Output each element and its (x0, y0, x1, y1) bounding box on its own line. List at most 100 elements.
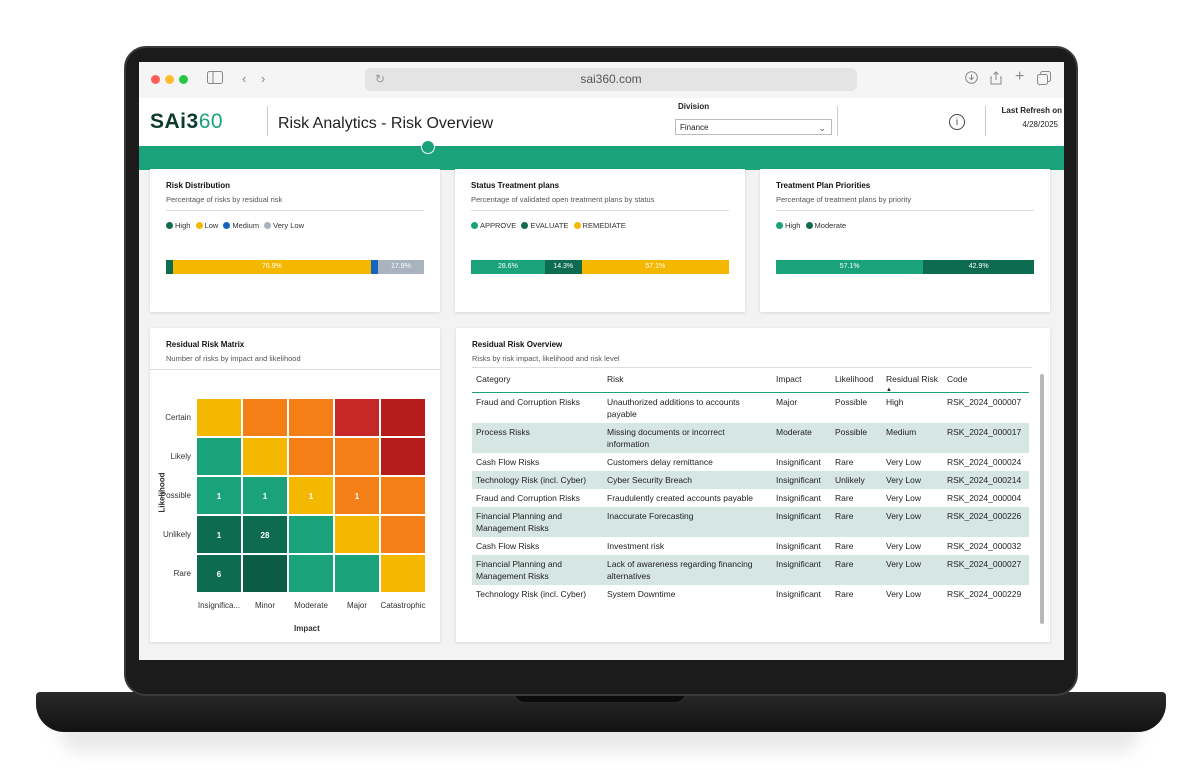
matrix-cell[interactable]: 1 (242, 476, 288, 515)
header-divider (267, 106, 268, 136)
matrix-cell[interactable]: 1 (196, 476, 242, 515)
card-subtitle: Risks by risk impact, likelihood and ris… (472, 354, 620, 363)
table-row[interactable]: Cash Flow Risks Investment risk Insignific… (472, 537, 1029, 555)
table-row[interactable]: Process Risks Missing documents or incorr… (472, 423, 1029, 453)
table-scrollbar[interactable] (1040, 374, 1044, 624)
column-header-risk[interactable]: Risk (603, 370, 772, 393)
division-label: Division (678, 102, 710, 111)
table-cell: Unlikely (831, 471, 882, 489)
table-row[interactable]: Technology Risk (incl. Cyber) Cyber Secur… (472, 471, 1029, 489)
matrix-cell[interactable]: 1 (196, 515, 242, 554)
legend-item[interactable]: EVALUATE (521, 221, 568, 230)
table-cell: Insignificant (776, 457, 821, 467)
table-row[interactable]: Financial Planning and Management Risks L… (472, 555, 1029, 585)
bar-segment-high[interactable]: 57.1% (776, 260, 924, 274)
column-header-residual-risk[interactable]: Residual Risk ▲ (882, 370, 943, 393)
legend-item[interactable]: REMEDIATE (573, 221, 626, 230)
table-cell: Financial Planning and Management Risks (472, 555, 603, 585)
column-header-category[interactable]: Category (472, 370, 603, 393)
new-tab-icon[interactable]: + (1015, 69, 1024, 85)
legend-item[interactable]: APPROVE (471, 221, 516, 230)
matrix-cell[interactable] (288, 437, 334, 476)
matrix-cell[interactable] (380, 437, 426, 476)
column-header-likelihood[interactable]: Likelihood (831, 370, 882, 393)
sidebar-toggle-icon[interactable] (207, 71, 223, 88)
table-cell: High (886, 397, 904, 407)
download-icon[interactable] (965, 71, 978, 88)
bar-segment-very-low[interactable]: 17.9% (377, 260, 424, 274)
bar-segment-approve[interactable]: 28.6% (471, 260, 545, 274)
table-cell: Moderate (772, 423, 831, 453)
matrix-cell[interactable] (380, 398, 426, 437)
matrix-cell[interactable] (334, 554, 380, 593)
reload-icon[interactable]: ↻ (375, 68, 385, 91)
matrix-cell[interactable] (288, 554, 334, 593)
bar-segment-remediate[interactable]: 57.1% (581, 260, 729, 274)
table-cell: Customers delay remittance (607, 457, 713, 467)
matrix-cell[interactable] (196, 398, 242, 437)
matrix-cell[interactable]: 1 (334, 476, 380, 515)
legend-item[interactable]: High (776, 221, 800, 230)
matrix-cell[interactable]: 28 (242, 515, 288, 554)
legend-item[interactable]: High (166, 221, 190, 230)
matrix-cell[interactable] (380, 476, 426, 515)
forward-icon[interactable]: › (261, 71, 265, 87)
table-row[interactable]: Financial Planning and Management Risks I… (472, 507, 1029, 537)
url-text: sai360.com (580, 72, 642, 86)
matrix-cell[interactable] (288, 515, 334, 554)
maximize-window-icon[interactable] (179, 75, 188, 84)
card-subtitle: Number of risks by impact and likelihood (166, 354, 301, 363)
sort-ascending-icon: ▲ (886, 387, 892, 393)
bar-segment-moderate[interactable]: 42.9% (923, 260, 1034, 274)
matrix-cell[interactable] (242, 398, 288, 437)
close-window-icon[interactable] (151, 75, 160, 84)
matrix-cell[interactable] (380, 554, 426, 593)
info-icon[interactable]: i (949, 114, 965, 130)
division-dropdown[interactable]: Finance ⌄ (675, 119, 832, 135)
share-icon[interactable] (990, 71, 1002, 89)
minimize-window-icon[interactable] (165, 75, 174, 84)
matrix-y-label: Rare (173, 568, 191, 578)
legend-item[interactable]: Very Low (264, 221, 304, 230)
back-icon[interactable]: ‹ (242, 71, 246, 87)
table-cell: Inaccurate Forecasting (603, 507, 772, 537)
card-title: Treatment Plan Priorities (776, 181, 871, 190)
matrix-cell[interactable] (242, 437, 288, 476)
bar-segment-evaluate[interactable]: 14.3% (544, 260, 582, 274)
legend-item[interactable]: Low (195, 221, 218, 230)
table-row[interactable]: Cash Flow Risks Customers delay remittanc… (472, 453, 1029, 471)
table-cell: Rare (831, 555, 882, 585)
matrix-y-label: Certain (165, 412, 191, 422)
legend-item[interactable]: Moderate (805, 221, 846, 230)
table-cell: Possible (831, 423, 882, 453)
table-cell: Rare (835, 589, 854, 599)
bar-segment-medium[interactable] (371, 260, 378, 274)
table-row[interactable]: Fraud and Corruption Risks Unauthorized a… (472, 393, 1029, 424)
matrix-y-label: Unlikely (162, 529, 191, 539)
matrix-cell[interactable] (380, 515, 426, 554)
table-cell: Major (776, 397, 798, 407)
table-row[interactable]: Fraud and Corruption Risks Fraudulently c… (472, 489, 1029, 507)
table-row[interactable]: Technology Risk (incl. Cyber) System Down… (472, 585, 1029, 603)
matrix-cell[interactable] (242, 554, 288, 593)
matrix-cell[interactable] (288, 398, 334, 437)
table-cell: RSK_2024_000226 (943, 507, 1029, 537)
matrix-cell[interactable] (334, 398, 380, 437)
treatment-priorities-card: Treatment Plan Priorities Percentage of … (760, 169, 1050, 312)
matrix-cell[interactable]: 6 (196, 554, 242, 593)
matrix-cell[interactable] (334, 437, 380, 476)
matrix-cell[interactable] (334, 515, 380, 554)
card-title: Residual Risk Overview (472, 340, 563, 349)
address-bar[interactable]: ↻ sai360.com (365, 68, 857, 91)
risk-overview-table: Category Risk Impact Likelihood Residual… (472, 370, 1029, 603)
header-band (139, 146, 1064, 170)
table-cell: Medium (882, 423, 943, 453)
column-header-impact[interactable]: Impact (772, 370, 831, 393)
tab-overview-icon[interactable] (1037, 71, 1051, 89)
bar-segment-high[interactable] (166, 260, 173, 274)
matrix-cell[interactable]: 1 (288, 476, 334, 515)
legend-item[interactable]: Medium (223, 221, 259, 230)
bar-segment-low[interactable]: 76.9% (172, 260, 372, 274)
matrix-cell[interactable] (196, 437, 242, 476)
column-header-code[interactable]: Code (943, 370, 1029, 393)
